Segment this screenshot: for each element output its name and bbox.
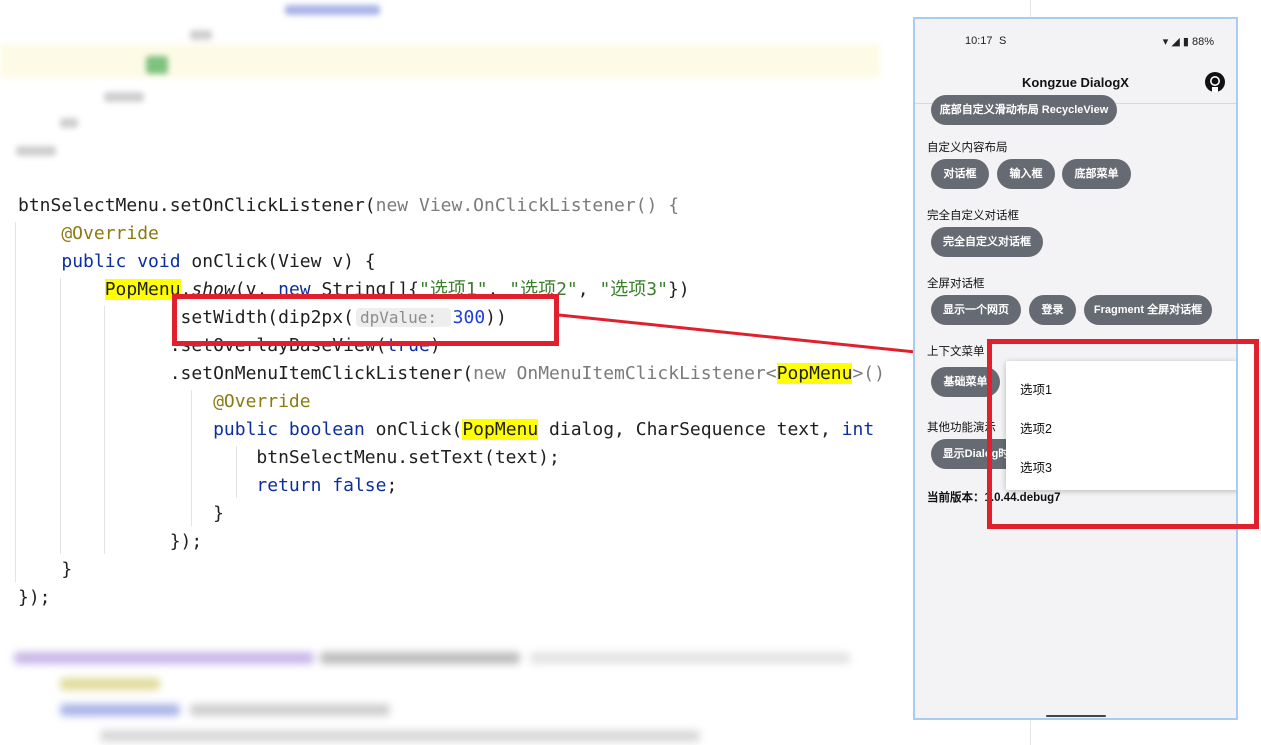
code-token: }) bbox=[667, 279, 690, 300]
code-token: public boolean bbox=[213, 419, 376, 440]
full-custom-dialog-button[interactable]: 完全自定义对话框 bbox=[931, 227, 1043, 257]
code-token: >() bbox=[852, 363, 885, 384]
code-token: btnSelectMenu.setText(text); bbox=[18, 447, 560, 468]
code-line: .setOnMenuItemClickListener(new OnMenuIt… bbox=[18, 360, 885, 388]
code-line: btnSelectMenu.setOnClickListener(new Vie… bbox=[18, 192, 679, 220]
code-token: PopMenu bbox=[104, 279, 181, 300]
code-token: @Override bbox=[18, 223, 159, 244]
status-right: ▾ ◢ ▮ 88% bbox=[1163, 35, 1214, 48]
code-token: , bbox=[577, 279, 600, 300]
code-token: PopMenu bbox=[462, 419, 539, 440]
code-token: ; bbox=[386, 475, 398, 496]
code-line: } bbox=[18, 556, 72, 584]
code-token: PopMenu bbox=[776, 363, 853, 384]
code-token: int bbox=[841, 419, 875, 440]
code-token: return false bbox=[256, 475, 387, 496]
status-bar: 10:17 S ▾ ◢ ▮ 88% bbox=[915, 19, 1236, 63]
code-line: public void onClick(View v) { bbox=[18, 248, 376, 276]
code-line: return false; bbox=[18, 472, 397, 500]
code-line: @Override bbox=[18, 388, 311, 416]
code-token: } bbox=[18, 559, 73, 580]
code-line: btnSelectMenu.setText(text); bbox=[18, 444, 560, 472]
show-webpage-button[interactable]: 显示一个网页 bbox=[931, 295, 1021, 325]
code-line: public boolean onClick(PopMenu dialog, C… bbox=[18, 416, 874, 444]
section-title-fullscreen: 全屏对话框 bbox=[927, 278, 985, 290]
code-editor: btnSelectMenu.setOnClickListener(new Vie… bbox=[0, 0, 1030, 745]
code-token: } bbox=[18, 503, 224, 524]
code-token: @Override bbox=[18, 391, 311, 412]
code-line: } bbox=[18, 500, 224, 528]
fragment-fullscreen-button[interactable]: Fragment 全屏对话框 bbox=[1084, 295, 1212, 325]
section-title-full-custom: 完全自定义对话框 bbox=[927, 210, 1019, 222]
code-token: onClick(View v) { bbox=[191, 251, 376, 272]
section-title-other-demos: 其他功能演示 bbox=[927, 422, 996, 434]
code-line: }); bbox=[18, 528, 203, 556]
code-token: onClick( bbox=[375, 419, 463, 440]
nav-gesture-handle[interactable] bbox=[1046, 715, 1106, 717]
code-token: "选项3" bbox=[599, 279, 668, 300]
login-button[interactable]: 登录 bbox=[1029, 295, 1076, 325]
input-button[interactable]: 输入框 bbox=[997, 159, 1055, 189]
code-line: }); bbox=[18, 584, 51, 612]
code-token: OnMenuItemClickListener< bbox=[516, 363, 777, 384]
section-title-context-menu: 上下文菜单 bbox=[927, 346, 985, 358]
code-token: View.OnClickListener() { bbox=[418, 195, 680, 216]
bottom-menu-button[interactable]: 底部菜单 bbox=[1062, 159, 1131, 189]
battery-icon: ▮ bbox=[1182, 36, 1189, 48]
app-title: Kongzue DialogX bbox=[1022, 75, 1129, 90]
code-token: .setOnMenuItemClickListener( bbox=[18, 363, 474, 384]
sim-icon: S bbox=[999, 35, 1007, 47]
code-token: public void bbox=[61, 251, 192, 272]
dialog-button[interactable]: 对话框 bbox=[931, 159, 989, 189]
code-token: }); bbox=[18, 531, 203, 552]
highlight-box-setwidth bbox=[172, 294, 559, 346]
code-token: }); bbox=[18, 587, 51, 608]
code-token: dialog, CharSequence text, bbox=[538, 419, 842, 440]
recycleview-button[interactable]: 底部自定义滑动布局 RecycleView bbox=[931, 95, 1117, 125]
wifi-icon: ▾ bbox=[1162, 36, 1169, 48]
highlight-box-popmenu bbox=[987, 339, 1259, 529]
code-line: @Override bbox=[18, 220, 159, 248]
status-time: 10:17 bbox=[965, 35, 993, 47]
signal-icon: ◢ bbox=[1171, 36, 1180, 48]
blurred-code-top bbox=[0, 0, 880, 170]
code-token: btnSelectMenu.setOnClickListener( bbox=[18, 195, 376, 216]
github-icon[interactable] bbox=[1204, 71, 1226, 93]
battery-percent: 88% bbox=[1191, 36, 1214, 48]
code-token: new bbox=[473, 363, 517, 384]
section-title-custom-layout: 自定义内容布局 bbox=[927, 142, 1008, 154]
code-token: new bbox=[375, 195, 419, 216]
blurred-code-bottom bbox=[0, 630, 880, 745]
